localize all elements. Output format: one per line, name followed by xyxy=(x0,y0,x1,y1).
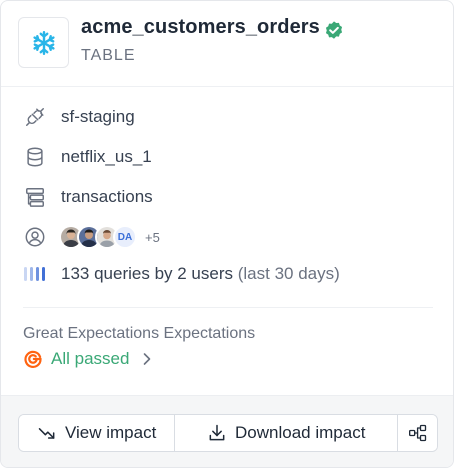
queries-row: 133 queries by 2 users (last 30 days) xyxy=(23,262,340,286)
chevron-right-icon[interactable] xyxy=(141,352,153,366)
database-icon xyxy=(23,145,47,169)
queries-summary: 133 queries by 2 users (last 30 days) xyxy=(61,264,340,284)
avatar-initials[interactable]: DA xyxy=(113,225,137,249)
asset-type-label: TABLE xyxy=(81,47,136,64)
owner-avatars[interactable]: DA xyxy=(59,225,137,249)
schema-icon xyxy=(23,185,47,209)
queries-period: (last 30 days) xyxy=(237,264,340,283)
lineage-graph-button[interactable] xyxy=(398,415,437,451)
lineage-graph-icon xyxy=(408,423,428,443)
section-divider xyxy=(23,307,433,308)
plug-icon xyxy=(23,105,47,129)
asset-card: acme_customers_orders TABLE sf-staging n… xyxy=(0,0,454,468)
snowflake-icon xyxy=(18,17,69,68)
quality-status-link[interactable]: All passed xyxy=(23,348,153,370)
owners-row[interactable]: DA +5 xyxy=(23,225,160,249)
schema-row[interactable]: transactions xyxy=(23,185,153,209)
user-circle-icon xyxy=(23,225,47,249)
database-row[interactable]: netflix_us_1 xyxy=(23,145,152,169)
quality-status-label[interactable]: All passed xyxy=(51,349,129,369)
view-impact-button[interactable]: View impact xyxy=(19,415,176,451)
more-owners-count[interactable]: +5 xyxy=(145,230,160,245)
download-icon xyxy=(207,423,227,443)
quality-section-title: Great Expectations Expectations xyxy=(23,325,256,342)
queries-count-label: 133 queries by 2 users xyxy=(61,264,233,283)
asset-header: acme_customers_orders TABLE xyxy=(1,1,453,87)
great-expectations-icon xyxy=(23,349,43,369)
usage-bars-icon xyxy=(23,262,47,286)
database-label: netflix_us_1 xyxy=(61,147,152,166)
view-impact-label: View impact xyxy=(64,423,157,442)
trend-down-arrow-icon xyxy=(37,423,57,443)
asset-title[interactable]: acme_customers_orders xyxy=(81,16,320,39)
verified-badge-icon xyxy=(323,20,345,42)
impact-button-group: View impact Download impact xyxy=(18,414,438,452)
connection-row[interactable]: sf-staging xyxy=(23,105,135,129)
card-footer: View impact Download impact xyxy=(1,395,453,467)
connection-label: sf-staging xyxy=(61,107,135,126)
download-impact-button[interactable]: Download impact xyxy=(175,415,399,451)
schema-label: transactions xyxy=(61,187,153,206)
download-impact-label: Download impact xyxy=(235,423,366,442)
